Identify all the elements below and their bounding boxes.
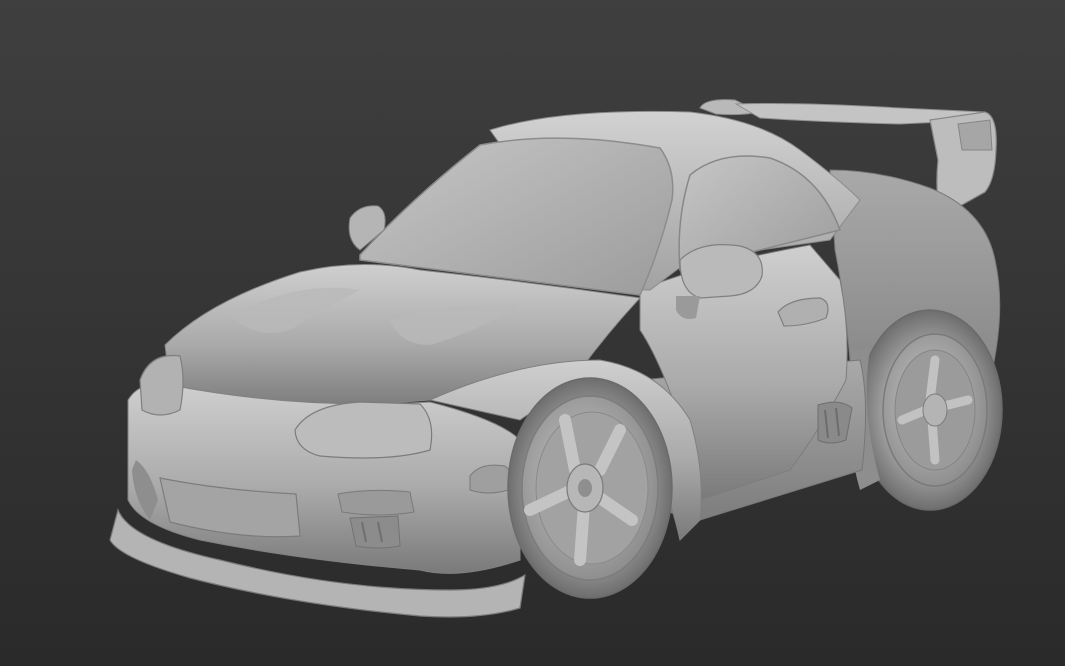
fog-intake [337,489,415,516]
3d-viewport[interactable] [0,0,1065,666]
front-wheel [507,377,673,599]
viewport-canvas[interactable] [0,0,1065,666]
